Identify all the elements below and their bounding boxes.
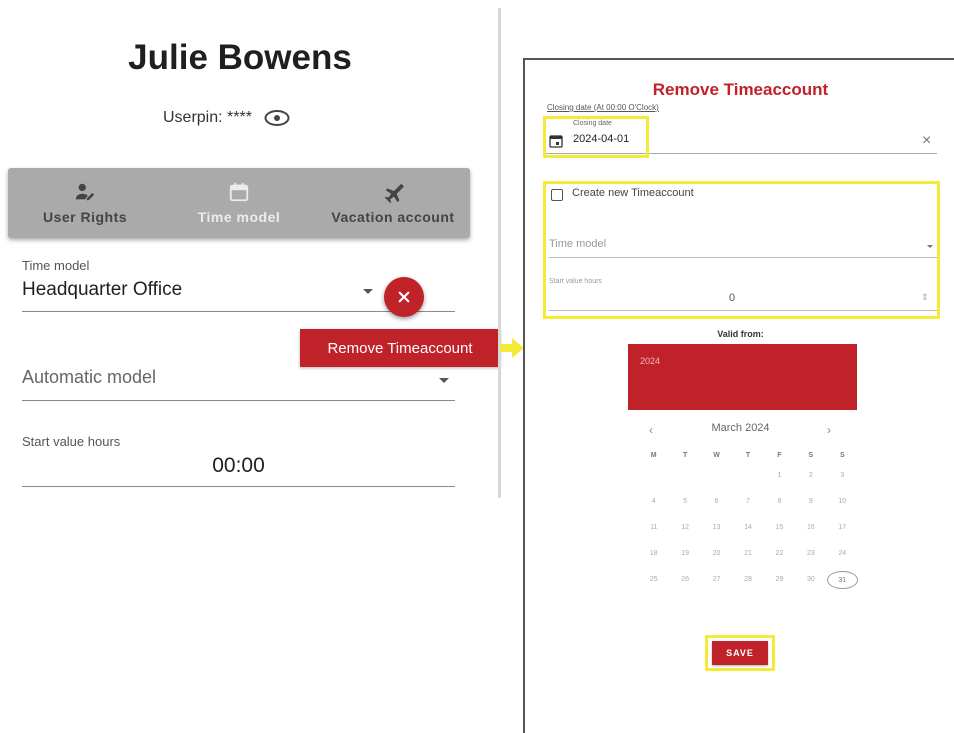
user-edit-icon [75,183,95,201]
weekday-label: W [713,452,720,459]
clear-icon[interactable]: × [922,133,931,149]
tab-bar: User Rights Time model Vacation account [8,168,470,238]
weekday-label: M [650,452,657,459]
calendar-icon [229,182,249,202]
calendar-day[interactable]: 2 [795,467,826,485]
userpin-row: Userpin: **** [163,108,290,128]
calendar-empty-cell [732,467,763,485]
weekday-label: T [682,452,688,459]
save-button[interactable]: SAVE [712,641,768,665]
calendar-day[interactable]: 7 [732,493,763,511]
automatic-model-value: Automatic model [22,367,157,387]
calendar-day[interactable]: 28 [732,571,763,589]
weekday-label: S [808,452,814,459]
tab-label: Time model [197,209,281,225]
calendar-day[interactable]: 14 [732,519,763,537]
chevron-left-icon[interactable]: ‹ [649,423,653,437]
user-name-heading: Julie Bowens [128,38,352,77]
date-picker-month: March 2024 [711,422,770,434]
tab-label: Vacation account [331,209,455,225]
userpin-label: Userpin: **** [163,109,252,126]
valid-from-label: Valid from: [717,329,764,339]
calendar-day[interactable]: 4 [638,493,669,511]
calendar-day[interactable]: 31 [826,571,858,589]
calendar-empty-cell [638,467,669,485]
remove-timeaccount-button[interactable] [384,277,424,317]
calendar-day[interactable]: 10 [827,493,858,511]
calendar-day[interactable]: 25 [638,571,669,589]
panel-divider [498,8,501,498]
calendar-day[interactable]: 21 [732,545,763,563]
weekday-label: S [839,452,845,459]
tab-time-model[interactable]: Time model [162,168,316,238]
remove-timeaccount-tooltip: Remove Timeaccount [300,329,500,367]
calendar-day[interactable]: 8 [764,493,795,511]
date-picker-grid: M T W T F S S 1 2 3 4 5 6 7 8 9 10 11 12 13 14 15 16 17 18 19 20 21… [638,452,858,589]
calendar-day[interactable]: 3 [827,467,858,485]
weekday-label: T [745,452,751,459]
create-timeaccount-highlight [543,181,940,319]
chevron-down-icon [363,289,373,294]
chevron-right-icon[interactable]: › [827,423,831,437]
calendar-day[interactable]: 18 [638,545,669,563]
calendar-day[interactable]: 13 [701,519,732,537]
chevron-down-icon [439,378,449,383]
automatic-model-select[interactable]: Automatic model [22,364,455,401]
tab-user-rights[interactable]: User Rights [8,168,162,238]
tab-label: User Rights [42,209,128,225]
calendar-day[interactable]: 20 [701,545,732,563]
user-detail-panel: Julie Bowens Userpin: **** User Rights T… [0,0,500,733]
start-value-hours-field[interactable]: Start value hours 00:00 [22,434,455,487]
calendar-day[interactable]: 11 [638,519,669,537]
date-picker-header: 2024 [628,344,857,410]
start-value-label: Start value hours [22,434,121,449]
calendar-day[interactable]: 17 [827,519,858,537]
calendar-day[interactable]: 6 [701,493,732,511]
eye-icon[interactable] [264,108,290,128]
start-value: 00:00 [212,454,265,477]
airplane-icon [384,183,404,203]
calendar-day[interactable]: 16 [795,519,826,537]
calendar-day[interactable]: 23 [795,545,826,563]
tab-vacation-account[interactable]: Vacation account [316,168,470,238]
calendar-day[interactable]: 30 [795,571,826,589]
calendar-day[interactable]: 5 [669,493,700,511]
date-picker-year[interactable]: 2024 [640,356,660,366]
calendar-empty-cell [669,467,700,485]
calendar-empty-cell [701,467,732,485]
calendar-day[interactable]: 26 [669,571,700,589]
calendar-day[interactable]: 9 [795,493,826,511]
calendar-day[interactable]: 27 [701,571,732,589]
closing-date-caption: Closing date (At 00:00 O'Clock) [547,103,659,112]
calendar-day[interactable]: 29 [764,571,795,589]
time-model-label: Time model [22,258,90,273]
dialog-title: Remove Timeaccount [652,80,829,99]
calendar-day[interactable]: 19 [669,545,700,563]
close-icon [398,291,410,303]
remove-timeaccount-dialog: Remove Timeaccount Closing date (At 00:0… [523,58,954,733]
calendar-day[interactable]: 15 [764,519,795,537]
calendar-day[interactable]: 22 [764,545,795,563]
calendar-day[interactable]: 1 [764,467,795,485]
calendar-day[interactable]: 24 [827,545,858,563]
weekday-label: F [777,452,782,459]
closing-date-highlight [543,116,649,158]
calendar-day[interactable]: 12 [669,519,700,537]
